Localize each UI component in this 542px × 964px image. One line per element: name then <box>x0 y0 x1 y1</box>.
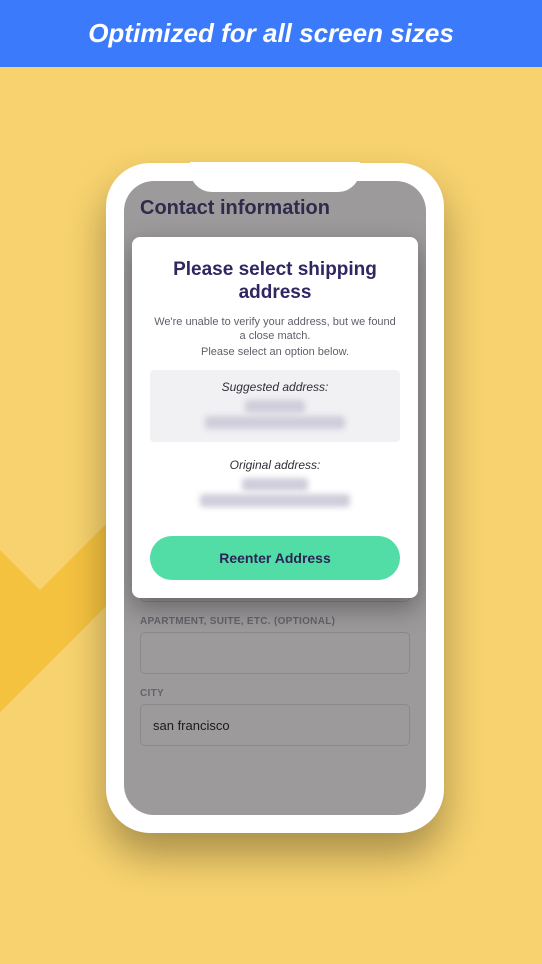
phone-notch <box>190 162 360 192</box>
apartment-label: APARTMENT, SUITE, ETC. (OPTIONAL) <box>140 616 410 627</box>
suggested-address-label: Suggested address: <box>158 380 392 394</box>
city-label: CITY <box>140 688 410 699</box>
redacted-text <box>245 400 305 413</box>
phone-frame: Contact information APARTMENT, SUITE, ET… <box>106 163 444 833</box>
modal-subtitle-1: We're unable to verify your address, but… <box>150 315 400 345</box>
redacted-text <box>200 494 350 507</box>
modal-subtitle-2: Please select an option below. <box>150 346 400 358</box>
original-address-label: Original address: <box>158 458 392 472</box>
redacted-text <box>205 416 345 429</box>
reenter-address-button[interactable]: Reenter Address <box>150 536 400 580</box>
promo-banner-text: Optimized for all screen sizes <box>88 18 454 48</box>
redacted-text <box>242 478 308 491</box>
page-title: Contact information <box>140 197 410 220</box>
suggested-address-option[interactable]: Suggested address: <box>150 370 400 442</box>
original-address-option[interactable]: Original address: <box>150 448 400 520</box>
modal-title: Please select shipping address <box>150 259 400 305</box>
phone-screen: Contact information APARTMENT, SUITE, ET… <box>124 181 426 815</box>
promo-banner: Optimized for all screen sizes <box>0 0 542 67</box>
apartment-input[interactable] <box>140 632 410 674</box>
app-area: Contact information APARTMENT, SUITE, ET… <box>0 67 542 964</box>
reenter-address-button-label: Reenter Address <box>219 550 331 566</box>
city-input[interactable] <box>140 704 410 746</box>
address-verification-modal: Please select shipping address We're una… <box>132 237 418 598</box>
